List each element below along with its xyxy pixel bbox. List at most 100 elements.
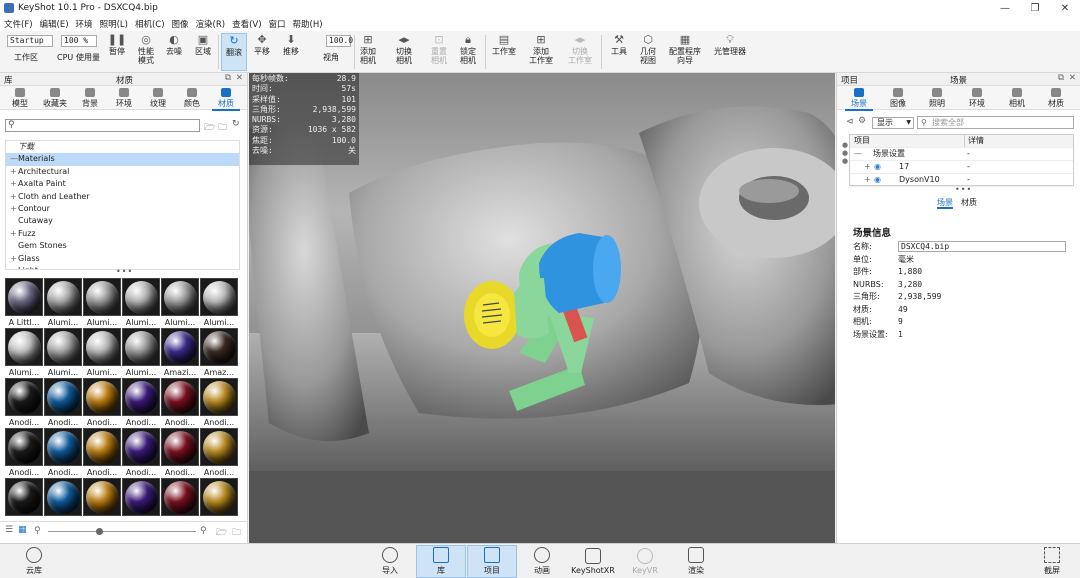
expander-icon[interactable]: + [10, 228, 18, 240]
material-thumbnail[interactable]: Anodi... [44, 478, 82, 516]
add-studio-button[interactable]: ⊞ 添加 工作室 [526, 33, 556, 71]
pause-button[interactable]: ❚❚ 暂停 [106, 33, 128, 71]
zoom-in-icon[interactable]: ⚲ [200, 526, 207, 536]
zoom-select[interactable]: 100 % [61, 35, 97, 47]
switch-camera-button[interactable]: ◂▸ 切换 相机 [389, 33, 419, 71]
denoise-button[interactable]: ◐ 去噪 [163, 33, 185, 71]
tree-item[interactable]: 下载 [6, 141, 239, 153]
material-thumbnail[interactable]: Anodi... [5, 478, 43, 516]
cloud-library-button[interactable]: 云库 [20, 545, 48, 578]
material-thumbnail[interactable]: Alumi... [161, 278, 199, 328]
material-thumbnail[interactable]: Alumi... [200, 278, 238, 328]
material-thumbnail[interactable]: Alumi... [122, 328, 160, 378]
minimize-button[interactable]: — [990, 0, 1020, 16]
animation-button[interactable]: 动画 [528, 545, 556, 578]
tab-favorites[interactable]: 收藏夹 [39, 88, 71, 110]
project-button[interactable]: 项目 [467, 545, 517, 578]
close-button[interactable]: ✕ [1050, 0, 1080, 16]
scene-tools-icon[interactable]: ⚙ [858, 116, 866, 126]
menu-help[interactable]: 帮助(H) [293, 18, 323, 30]
material-thumbnail[interactable]: Anodi... [122, 428, 160, 478]
material-thumbnail[interactable]: Anodi... [200, 378, 238, 428]
menu-edit[interactable]: 编辑(E) [40, 18, 69, 30]
material-thumbnail[interactable]: Anodi... [161, 378, 199, 428]
maximize-button[interactable]: ❐ [1020, 0, 1050, 16]
material-thumbnail[interactable]: Anodi... [44, 378, 82, 428]
material-thumbnail[interactable]: Anodi... [200, 478, 238, 516]
tree-item[interactable]: +Contour [6, 203, 239, 215]
menu-camera[interactable]: 相机(C) [135, 18, 165, 30]
reset-camera-button[interactable]: ⊡ 重置 相机 [427, 33, 451, 71]
close-panel-icon[interactable]: ✕ [236, 73, 243, 83]
workspace-select[interactable]: Startup [7, 35, 53, 47]
tree-item[interactable]: +Cloth and Leather [6, 191, 239, 203]
keyvr-button[interactable]: KeyVR [628, 545, 662, 578]
splitter-handle[interactable]: ••• [116, 267, 133, 276]
display-filter-select[interactable]: 显示 ▼ [872, 117, 914, 129]
import-button[interactable]: 导入 [376, 545, 404, 578]
float-icon[interactable]: ⧉ [1058, 73, 1064, 83]
studio-button[interactable]: ▤ 工作室 [489, 33, 519, 71]
material-thumbnail[interactable]: Amaz... [200, 328, 238, 378]
expander-icon[interactable]: — [854, 148, 862, 160]
menu-window[interactable]: 窗口 [269, 18, 286, 30]
menu-file[interactable]: 文件(F) [4, 18, 33, 30]
performance-mode-button[interactable]: ◎ 性能 模式 [133, 33, 159, 71]
tab-environment[interactable]: 环境 [961, 88, 993, 110]
material-thumbnail[interactable]: Amazi... [161, 328, 199, 378]
configurator-wizard-button[interactable]: ▦ 配置程序 向导 [666, 33, 704, 71]
material-thumbnail[interactable]: Anodi... [200, 428, 238, 478]
menu-view[interactable]: 查看(V) [232, 18, 261, 30]
expander-icon[interactable]: + [10, 166, 18, 178]
material-thumbnail[interactable]: Anodi... [83, 478, 121, 516]
material-thumbnail[interactable]: Anodi... [5, 378, 43, 428]
visibility-eye-icon[interactable]: ◉ [874, 174, 881, 186]
scene-tree-row[interactable]: + ◉ 17 - [850, 161, 1073, 174]
filter-icon[interactable]: ⊲ [846, 117, 854, 127]
splitter-handle[interactable]: ● ● ● [842, 141, 848, 165]
tab-environments[interactable]: 环境 [108, 88, 140, 110]
material-thumbnail[interactable]: Alumi... [83, 328, 121, 378]
material-thumbnail[interactable]: Alumi... [44, 278, 82, 328]
subtab-material[interactable]: 材质 [961, 197, 977, 208]
menu-lighting[interactable]: 照明(L) [100, 18, 128, 30]
list-view-icon[interactable]: ☰ [5, 525, 13, 535]
material-thumbnail[interactable]: Alumi... [83, 278, 121, 328]
expander-icon[interactable]: + [864, 161, 871, 173]
tree-item[interactable]: +Axalta Paint [6, 178, 239, 190]
tumble-button[interactable]: ↻ 翻滚 [221, 33, 247, 71]
tab-image[interactable]: 图像 [882, 88, 914, 110]
keyshotxr-button[interactable]: KeyShotXR [570, 545, 616, 578]
scene-search-input[interactable]: ⚲ 搜索全部 [917, 116, 1074, 129]
fov-input[interactable]: 100.0 [326, 35, 353, 47]
tree-item[interactable]: —Materials [6, 153, 239, 166]
material-thumbnail[interactable]: Alumi... [44, 328, 82, 378]
tab-lighting[interactable]: 照明 [921, 88, 953, 110]
region-button[interactable]: ▣ 区域 [192, 33, 214, 71]
render-button[interactable]: 渲染 [682, 545, 710, 578]
menu-render[interactable]: 渲染(R) [196, 18, 226, 30]
import-folder-icon[interactable]: 🗀︎ [232, 525, 241, 541]
refresh-icon[interactable]: ↻ [232, 119, 240, 129]
material-thumbnail[interactable]: Alumi... [5, 328, 43, 378]
tab-textures[interactable]: 纹理 [142, 88, 174, 110]
screenshot-button[interactable]: 截屏 [1038, 545, 1066, 578]
material-thumbnail[interactable]: Anodi... [5, 428, 43, 478]
material-thumbnail[interactable]: A Littl... [5, 278, 43, 328]
thumbnail-size-slider[interactable] [48, 531, 196, 532]
scene-name-field[interactable]: DSXCQ4.bip [898, 241, 1066, 252]
tree-item[interactable]: Gem Stones [6, 240, 239, 252]
splitter-handle[interactable]: ••• [955, 185, 972, 194]
tools-button[interactable]: ⚒ 工具 [608, 33, 630, 71]
material-thumbnail[interactable]: Anodi... [161, 428, 199, 478]
menu-environment[interactable]: 环境 [76, 18, 93, 30]
geometry-view-button[interactable]: ⬡ 几何 视图 [636, 33, 660, 71]
expander-icon[interactable]: + [10, 203, 18, 215]
material-thumbnail[interactable]: Alumi... [122, 278, 160, 328]
folder-refresh-icon[interactable]: 🗀︎ [218, 120, 227, 136]
tab-material[interactable]: 材质 [1040, 88, 1072, 110]
tab-colors[interactable]: 颜色 [176, 88, 208, 110]
zoom-out-icon[interactable]: ⚲ [34, 526, 41, 536]
expander-icon[interactable]: + [864, 174, 871, 186]
tab-scene[interactable]: 场景 [843, 88, 875, 111]
